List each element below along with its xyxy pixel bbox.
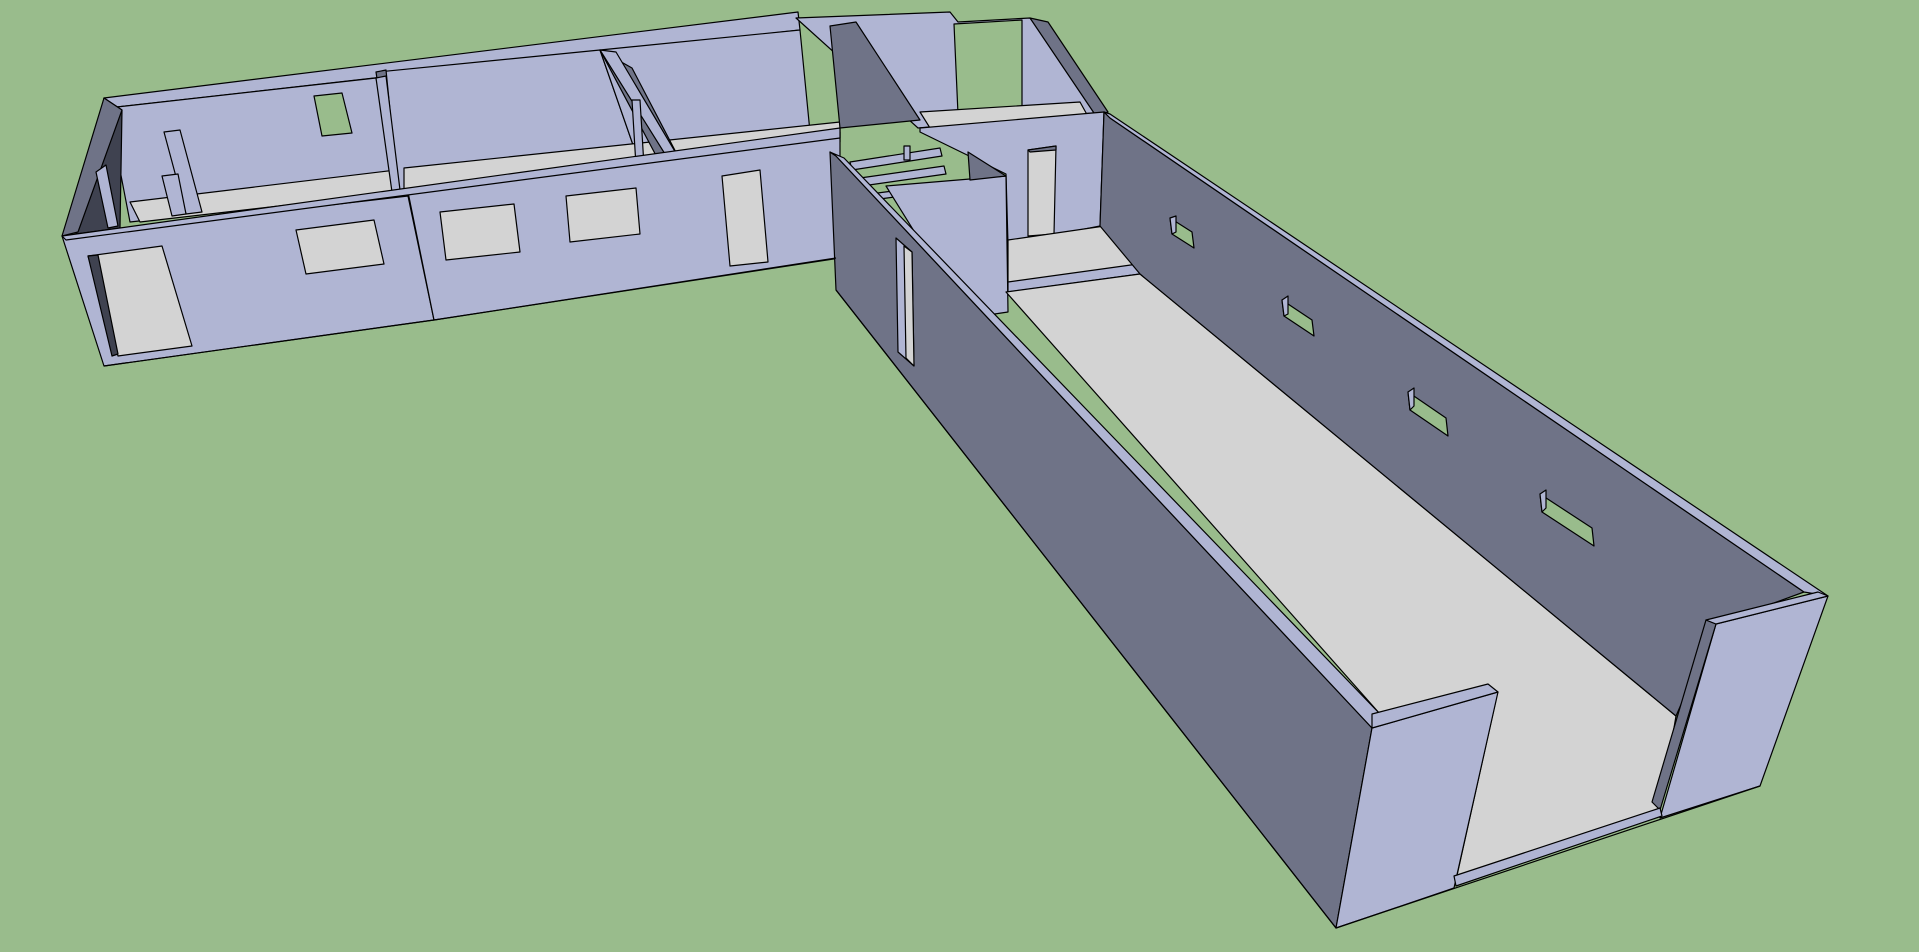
junction-opening [953,19,1023,115]
stairs-top [849,147,943,171]
front-window-2 [439,203,521,261]
junction-door [1027,145,1057,237]
hall-left-door-jamb [903,245,915,367]
front-window-3 [565,187,641,243]
stairs-post [903,145,911,161]
3d-viewport[interactable] [0,0,1919,952]
building-model[interactable] [0,0,1919,952]
front-window-1 [295,219,385,275]
front-door-2 [721,169,769,267]
